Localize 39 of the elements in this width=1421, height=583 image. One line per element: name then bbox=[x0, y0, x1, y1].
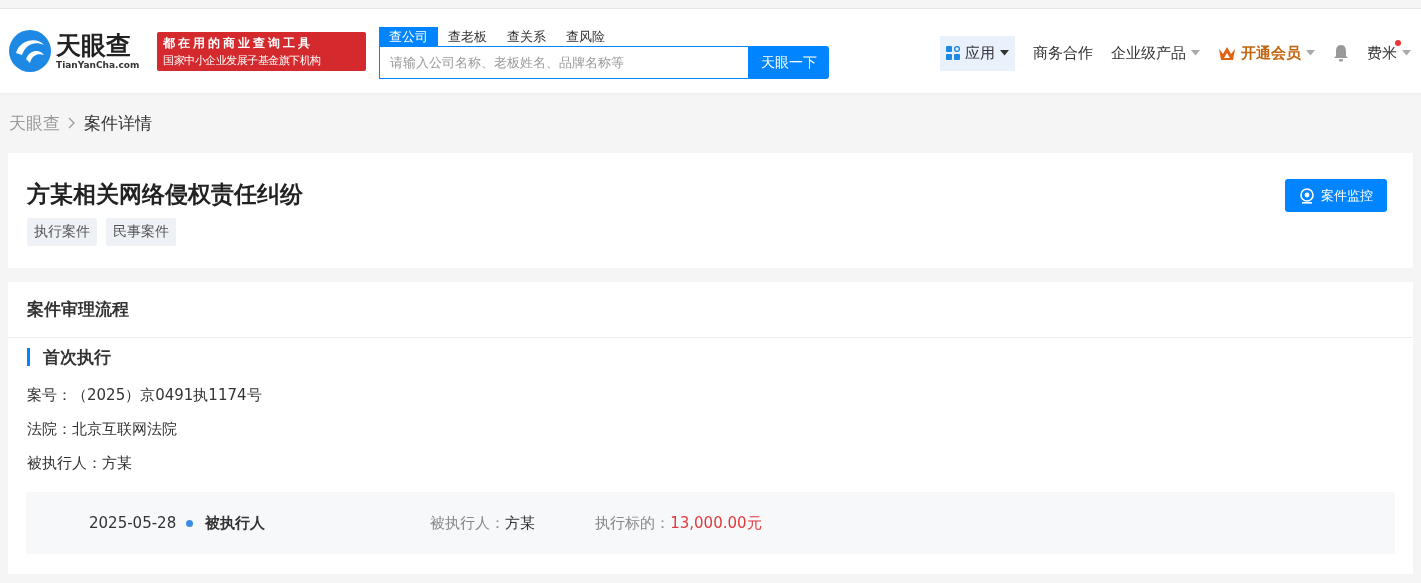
amount-text: 执行标的：13,000.00元 bbox=[595, 513, 762, 533]
search-tab[interactable]: 查公司 bbox=[379, 27, 438, 46]
case-field: 法院：北京互联网法院 bbox=[8, 412, 1413, 446]
case-title: 方某相关网络侵权责任纠纷 bbox=[27, 180, 303, 209]
caret-icon bbox=[1306, 50, 1315, 56]
apps-icon bbox=[946, 46, 960, 60]
logo-name: 天眼查 bbox=[56, 32, 132, 60]
caret-icon bbox=[1402, 50, 1411, 56]
search-field[interactable]: 请输入公司名称、老板姓名、品牌名称等 bbox=[379, 46, 749, 79]
vip-link[interactable]: 开通会员 bbox=[1218, 43, 1315, 63]
slogan-banner: 都在用的商业查询工具 国家中小企业发展子基金旗下机构 bbox=[157, 31, 366, 71]
apps-menu[interactable]: 应用 bbox=[940, 35, 1015, 71]
section-heading: 案件审理流程 bbox=[8, 282, 1413, 338]
monitor-button[interactable]: 案件监控 bbox=[1285, 179, 1387, 212]
stage-title: 首次执行 bbox=[27, 348, 1394, 366]
logo[interactable]: 天眼查 TianYanCha.com bbox=[8, 29, 153, 73]
nav-dropdown[interactable]: 企业级产品 bbox=[1111, 43, 1200, 63]
user-menu[interactable]: 费米 bbox=[1367, 43, 1411, 63]
search-tab[interactable]: 查老板 bbox=[438, 27, 497, 46]
case-tag: 民事案件 bbox=[106, 218, 176, 246]
caret-icon bbox=[1191, 50, 1200, 56]
caret-icon bbox=[1000, 50, 1009, 56]
case-field: 案号：（2025）京0491执1174号 bbox=[8, 378, 1413, 412]
event-date: 2025-05-28 bbox=[89, 514, 177, 532]
crown-icon bbox=[1218, 45, 1236, 61]
case-field: 被执行人：方某 bbox=[8, 446, 1413, 480]
bell-icon[interactable] bbox=[1333, 44, 1349, 62]
case-tag: 执行案件 bbox=[27, 218, 97, 246]
search-tab[interactable]: 查风险 bbox=[556, 27, 615, 46]
event-role: 被执行人 bbox=[205, 513, 267, 533]
nav-link[interactable]: 商务合作 bbox=[1033, 43, 1093, 63]
search-button[interactable]: 天眼一下 bbox=[749, 46, 829, 79]
logo-icon bbox=[8, 29, 52, 73]
party-text: 被执行人：方某 bbox=[430, 513, 537, 533]
timeline-dot bbox=[186, 519, 194, 527]
logo-domain: TianYanCha.com bbox=[56, 60, 140, 70]
camera-icon bbox=[1299, 187, 1315, 204]
chevron-icon bbox=[68, 117, 76, 129]
search-tab[interactable]: 查关系 bbox=[497, 27, 556, 46]
